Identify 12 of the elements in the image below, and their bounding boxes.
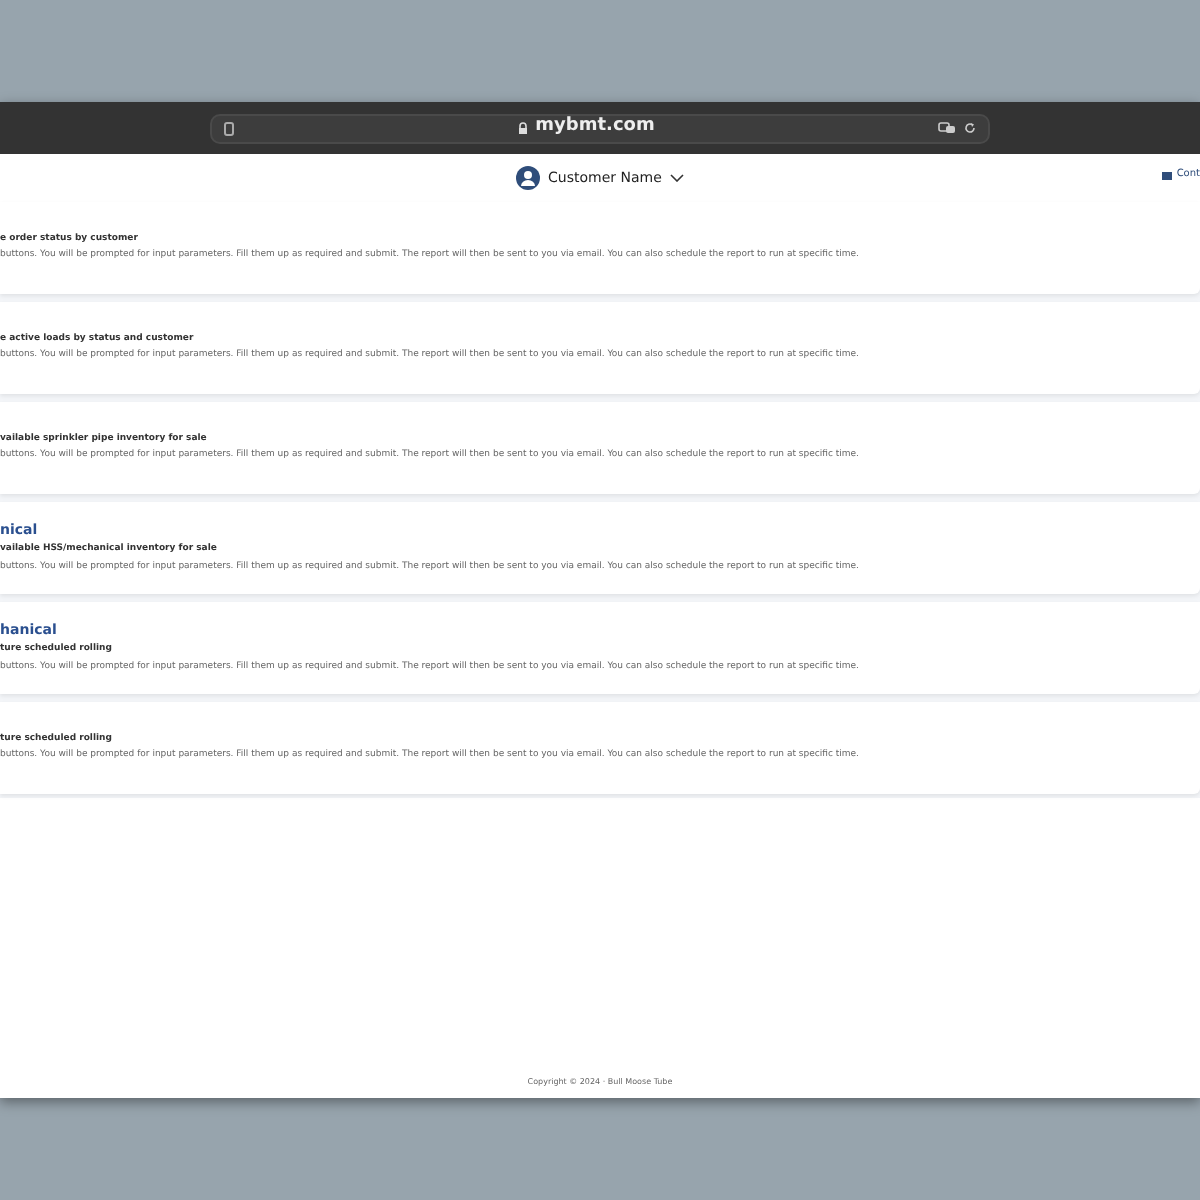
report-card[interactable] [0, 202, 1200, 294]
report-card[interactable] [0, 302, 1200, 394]
avatar-icon[interactable] [516, 166, 541, 190]
report-card[interactable] [0, 702, 1200, 794]
report-card[interactable] [0, 402, 1200, 494]
report-card[interactable] [0, 602, 1200, 694]
address-text[interactable]: mybmt.com [535, 114, 655, 142]
reload-icon[interactable] [964, 122, 976, 134]
lock-icon [517, 122, 528, 134]
report-card[interactable] [0, 502, 1200, 594]
chevron-down-icon[interactable] [669, 174, 684, 182]
tab-icon[interactable] [224, 121, 234, 135]
